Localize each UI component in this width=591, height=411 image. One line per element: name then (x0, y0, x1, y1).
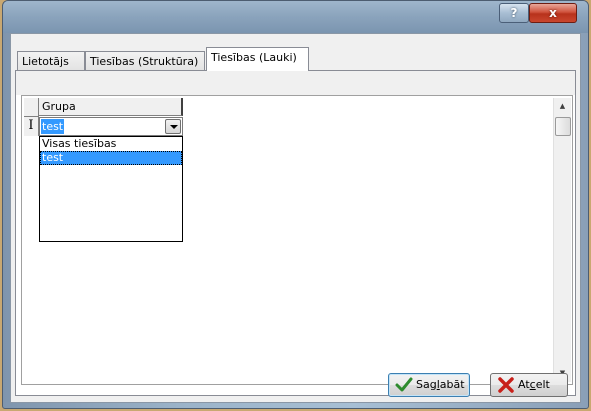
dialog-client: Lietotājs Tiesības (Struktūra) Tiesības … (10, 33, 581, 403)
group-combobox[interactable]: test (39, 117, 183, 136)
cancel-button-label: Atcelt (518, 378, 550, 391)
column-header-grupa[interactable]: Grupa (39, 98, 183, 116)
dropdown-option-visas-tiesibas[interactable]: Visas tiesības (40, 137, 182, 151)
dropdown-arrow-icon[interactable] (165, 119, 181, 134)
tab-tiesibas-struktura[interactable]: Tiesības (Struktūra) (85, 51, 205, 70)
save-button[interactable]: Saglabāt (388, 373, 470, 397)
groups-grid[interactable]: Grupa I test Visas tiesības test ▲ ▼ (21, 95, 573, 385)
help-button[interactable]: ? (499, 3, 529, 23)
dropdown-option-test[interactable]: test (40, 151, 182, 165)
cancel-button[interactable]: Atcelt (490, 373, 568, 397)
scroll-up-arrow-icon[interactable]: ▲ (554, 98, 571, 115)
panel-header-band (16, 71, 575, 95)
grid-corner (24, 98, 39, 117)
tab-lietotajs[interactable]: Lietotājs (17, 51, 85, 70)
row-edit-indicator: I (24, 117, 39, 136)
scroll-thumb[interactable] (555, 117, 571, 136)
cross-icon (498, 377, 514, 393)
group-dropdown-list[interactable]: Visas tiesības test (39, 136, 183, 242)
save-button-label: Saglabāt (416, 378, 465, 391)
title-bar[interactable]: ? x (3, 1, 588, 33)
close-button[interactable]: x (529, 3, 577, 23)
vertical-scrollbar[interactable]: ▲ ▼ (553, 98, 571, 382)
tab-panel: Grupa I test Visas tiesības test ▲ ▼ (15, 70, 576, 396)
dialog-window: ? x Lietotājs Tiesības (Struktūra) Tiesī… (2, 0, 589, 409)
tab-tiesibas-lauki[interactable]: Tiesības (Lauki) (206, 47, 309, 71)
checkmark-icon (395, 377, 413, 392)
combo-selected-text[interactable]: test (41, 119, 65, 134)
